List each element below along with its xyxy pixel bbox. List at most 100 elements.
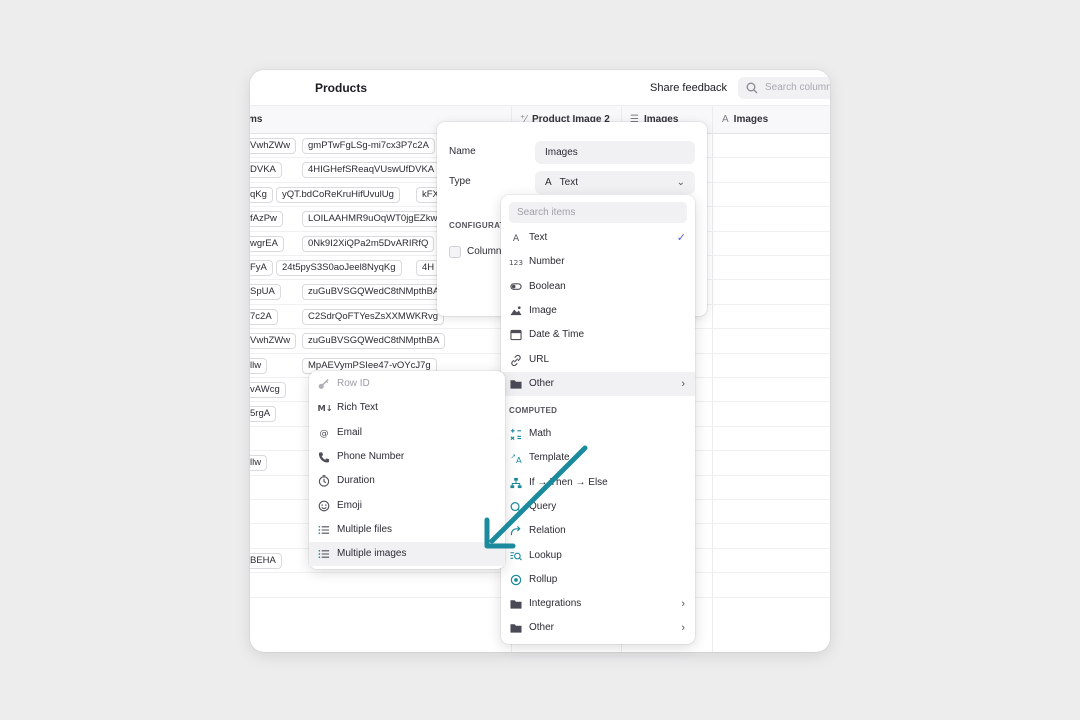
item-chip[interactable]: vAWcg bbox=[250, 382, 286, 398]
column-header-images-text[interactable]: A Images bbox=[722, 106, 768, 134]
top-bar: Products Share feedback Search columns bbox=[250, 70, 830, 106]
item-chip[interactable]: wgrEA bbox=[250, 235, 284, 252]
menu-item-url[interactable]: URL bbox=[501, 348, 695, 372]
menu-item-label: Rich Text bbox=[337, 402, 378, 414]
menu-item-label: Duration bbox=[337, 475, 375, 487]
folder-icon bbox=[510, 380, 522, 389]
chevron-right-icon: › bbox=[681, 377, 685, 390]
menu-item-label: Row ID bbox=[337, 378, 370, 389]
type-select-value: Text bbox=[559, 177, 579, 188]
menu-item-label: Image bbox=[529, 304, 557, 316]
column-checkbox[interactable] bbox=[449, 246, 461, 258]
share-feedback-link[interactable]: Share feedback bbox=[650, 82, 727, 94]
item-chip[interactable]: 7c2A bbox=[250, 308, 278, 325]
menu-item-image[interactable]: Image bbox=[501, 299, 695, 323]
menu-item-label: Multiple images bbox=[337, 548, 407, 560]
computed-heading: COMPUTED bbox=[509, 406, 558, 415]
menu-item-number[interactable]: 123 Number bbox=[501, 250, 695, 274]
item-chip[interactable]: zuGuBVSGQWedC8tNMpthBA bbox=[302, 333, 446, 350]
check-icon: ✓ bbox=[676, 232, 686, 244]
column-name-input[interactable]: Images bbox=[535, 141, 695, 164]
svg-text:A: A bbox=[513, 233, 520, 244]
math-icon bbox=[510, 428, 522, 440]
item-chip[interactable]: LOILAAHMR9uOqWT0jgEZkw bbox=[302, 211, 444, 228]
type-select[interactable]: A Text ⌄ bbox=[535, 171, 695, 194]
item-chip[interactable]: llw bbox=[250, 455, 268, 472]
item-chip[interactable]: SpUA bbox=[250, 284, 281, 301]
svg-text:M↓: M↓ bbox=[318, 404, 331, 414]
type-dropdown-menu: Search items A Text ✓ 123 Number Boolean Image… bbox=[501, 195, 695, 644]
column-checkbox-label: Column bbox=[467, 246, 502, 257]
menu-item-date-time[interactable]: Date & Time bbox=[501, 323, 695, 347]
search-items-input[interactable]: Search items bbox=[509, 202, 687, 223]
menu-item-row-id[interactable]: Row ID bbox=[309, 372, 505, 396]
menu-item-label: URL bbox=[529, 353, 550, 365]
item-chip[interactable]: 5rgA bbox=[250, 406, 277, 423]
search-icon bbox=[746, 82, 758, 94]
timer-icon bbox=[318, 475, 330, 487]
item-chip[interactable]: yQT.bdCoReKruHifUvulUg bbox=[276, 186, 400, 203]
menu-item-label: Emoji bbox=[337, 499, 363, 511]
search-columns-input[interactable]: Search columns bbox=[738, 77, 830, 99]
menu-item-integrations[interactable]: Integrations › bbox=[501, 592, 695, 616]
item-chip[interactable]: gmPTwFgLSg-mi7cx3P7c2A bbox=[302, 138, 435, 154]
menu-item-boolean[interactable]: Boolean bbox=[501, 275, 695, 299]
folder-icon bbox=[510, 624, 522, 634]
menu-item-text[interactable]: A Text ✓ bbox=[501, 226, 695, 250]
text-icon: A bbox=[545, 177, 552, 188]
link-icon bbox=[511, 354, 521, 366]
item-chip[interactable]: fAzPw bbox=[250, 211, 283, 228]
chevron-right-icon: › bbox=[681, 598, 685, 611]
text-icon: A bbox=[722, 114, 729, 125]
key-icon bbox=[318, 378, 329, 389]
column-header-items[interactable]: ms bbox=[250, 106, 262, 134]
menu-item-label: Boolean bbox=[529, 280, 566, 292]
menu-item-label: Integrations bbox=[529, 598, 582, 610]
item-chip[interactable]: VwhZWw bbox=[250, 138, 297, 154]
menu-item-other[interactable]: Other › bbox=[501, 371, 695, 396]
page-title: Products bbox=[315, 81, 368, 95]
menu-item-label: Multiple files bbox=[337, 523, 393, 535]
item-chip[interactable]: qKg bbox=[250, 186, 273, 203]
annotation-arrow bbox=[484, 445, 588, 549]
toggle-icon bbox=[510, 282, 522, 290]
item-chip[interactable]: 24t5pyS3S0aoJeel8NyqKg bbox=[276, 260, 402, 276]
menu-item-other[interactable]: Other › bbox=[501, 616, 695, 640]
list-icon bbox=[318, 525, 330, 534]
chevron-down-icon: ⌄ bbox=[676, 177, 685, 188]
svg-text:@: @ bbox=[319, 428, 328, 439]
item-chip[interactable]: zuGuBVSGQWedC8tNMpthBA bbox=[302, 284, 446, 301]
item-chip[interactable]: C2SdrQoFTYesZsXXMWKRvg bbox=[302, 308, 445, 325]
item-chip[interactable]: llw bbox=[250, 357, 268, 374]
chevron-right-icon: › bbox=[681, 622, 685, 635]
calendar-icon bbox=[510, 330, 522, 341]
text-icon: A bbox=[513, 233, 520, 244]
menu-item-label: Text bbox=[529, 232, 548, 243]
menu-item-label: Rollup bbox=[529, 573, 558, 585]
type-label: Type bbox=[449, 176, 471, 187]
item-chip[interactable]: 4HIGHefSReaqVUswUfDVKA bbox=[302, 162, 441, 179]
markdown-icon: M↓ bbox=[318, 404, 331, 414]
name-label: Name bbox=[449, 146, 476, 157]
item-chip[interactable]: FyA bbox=[250, 260, 273, 276]
at-icon: @ bbox=[319, 428, 328, 439]
item-chip[interactable]: VwhZWw bbox=[250, 333, 297, 350]
phone-icon bbox=[318, 452, 330, 463]
search-placeholder: Search columns bbox=[765, 82, 830, 93]
menu-item-rollup[interactable]: Rollup bbox=[501, 568, 695, 592]
list-icon bbox=[318, 550, 330, 559]
image-icon bbox=[510, 306, 522, 316]
menu-item-rich-text[interactable]: M↓ Rich Text bbox=[309, 396, 505, 420]
menu-item-label: Date & Time bbox=[529, 329, 585, 341]
svg-text:123: 123 bbox=[509, 259, 523, 268]
item-chip[interactable]: 0Nk9I2XiQPa2m5DvARIRfQ bbox=[302, 235, 435, 252]
menu-item-label: Number bbox=[529, 256, 565, 268]
item-chip[interactable]: DVKA bbox=[250, 162, 282, 179]
item-chip[interactable]: BEHA bbox=[250, 552, 282, 569]
folder-icon bbox=[510, 600, 522, 609]
menu-item-label: Phone Number bbox=[337, 450, 405, 462]
menu-item-label: Other bbox=[529, 377, 555, 389]
number-icon: 123 bbox=[509, 259, 523, 268]
menu-item-label: Email bbox=[337, 426, 363, 438]
menu-item-label: Other bbox=[529, 622, 555, 634]
